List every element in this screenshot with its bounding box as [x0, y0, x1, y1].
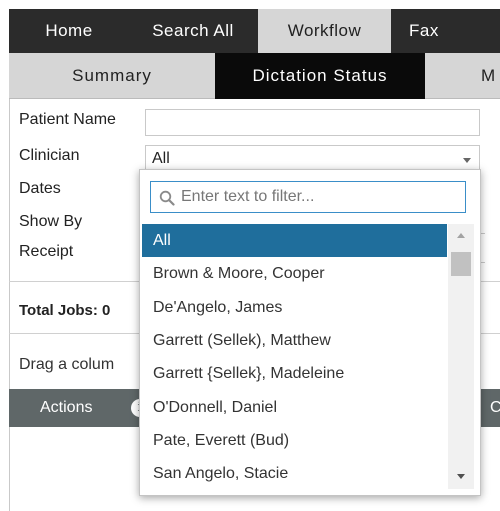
search-icon — [159, 190, 175, 206]
list-item[interactable]: O'Donnell, Daniel — [140, 391, 448, 424]
filter-box — [150, 181, 466, 213]
receipt-label: Receipt — [19, 243, 74, 260]
clinician-dropdown-popup: All Brown & Moore, Cooper De'Angelo, Jam… — [139, 169, 481, 496]
subtab-summary[interactable]: Summary — [9, 53, 215, 99]
group-drag-hint: Drag a colum — [19, 356, 115, 373]
nav-tab-workflow[interactable]: Workflow — [258, 9, 391, 53]
scrollbar-thumb[interactable] — [451, 252, 471, 276]
clinician-option-list: All Brown & Moore, Cooper De'Angelo, Jam… — [140, 224, 448, 497]
subtab-more[interactable]: M — [425, 53, 500, 99]
list-item[interactable]: Garrett (Sellek), Matthew — [140, 324, 448, 357]
option-all[interactable]: All — [142, 224, 447, 257]
clinician-select-value: All — [152, 150, 170, 167]
sub-navigation: Summary Dictation Status M — [9, 53, 500, 99]
actions-column-header[interactable]: Actions — [40, 389, 92, 427]
filter-input[interactable] — [181, 185, 461, 209]
dates-label: Dates — [19, 180, 61, 197]
list-item[interactable]: De'Angelo, James — [140, 291, 448, 324]
patient-name-label: Patient Name — [19, 111, 116, 128]
show-by-label: Show By — [19, 213, 83, 230]
scroll-down-arrow-icon[interactable] — [457, 474, 465, 479]
subtab-dictation-status[interactable]: Dictation Status — [215, 53, 425, 99]
nav-tab-home[interactable]: Home — [9, 9, 129, 53]
list-item[interactable]: Brown & Moore, Cooper — [140, 257, 448, 290]
list-item[interactable]: Garrett {Sellek}, Madeleine — [140, 357, 448, 390]
panel-border — [9, 99, 10, 511]
scroll-up-arrow-icon[interactable] — [457, 233, 465, 238]
list-item[interactable]: San Angelo, Stacie — [140, 457, 448, 490]
list-item[interactable]: Pate, Everett (Bud) — [140, 424, 448, 457]
nav-tab-search-all[interactable]: Search All — [129, 9, 257, 53]
list-scrollbar[interactable] — [448, 224, 474, 489]
top-navigation: Home Search All Workflow Fax — [9, 9, 500, 53]
column-header-clipped[interactable]: Cl — [490, 389, 500, 427]
nav-tab-fax[interactable]: Fax — [391, 9, 500, 53]
clinician-label: Clinician — [19, 147, 80, 164]
chevron-down-icon — [463, 158, 471, 163]
total-jobs-count: Total Jobs: 0 — [19, 302, 111, 319]
patient-name-input[interactable] — [145, 109, 480, 136]
